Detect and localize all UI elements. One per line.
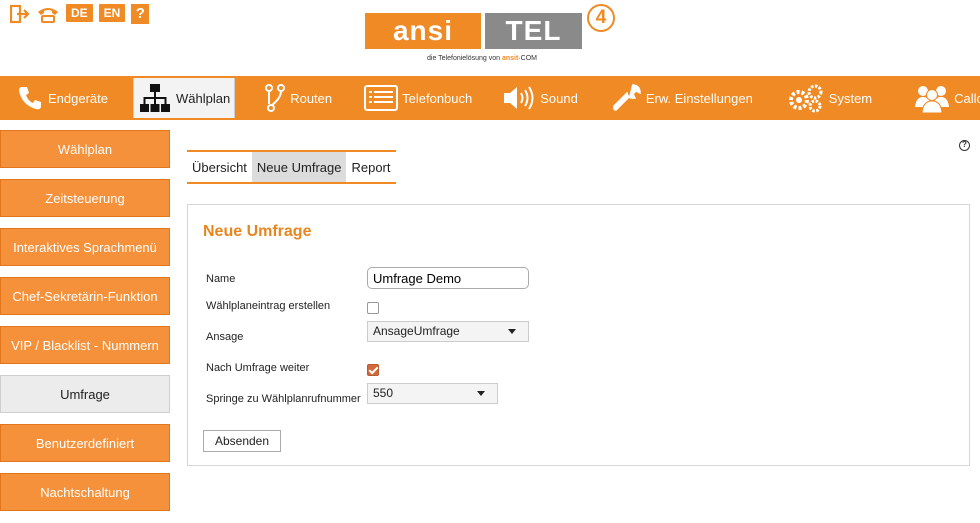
chevron-down-icon: [477, 391, 485, 396]
nav-label: Endgeräte: [48, 90, 108, 106]
nav-item-system[interactable]: System: [765, 76, 884, 120]
sidebar-item-zeitsteuerung[interactable]: Zeitsteuerung: [0, 179, 170, 217]
continue-label: Nach Umfrage weiter: [206, 362, 310, 374]
logout-icon[interactable]: [10, 4, 30, 24]
logo-part-ansi: ansi: [365, 13, 481, 49]
sidebar-item-waehlplan[interactable]: Wählplan: [0, 130, 170, 168]
nav-item-sound[interactable]: Sound: [484, 76, 590, 120]
jump-label: Springe zu Wählplanrufnummer: [206, 393, 361, 405]
announcement-select[interactable]: AnsageUmfrage: [367, 321, 529, 342]
tab-report[interactable]: Report: [346, 152, 395, 182]
announcement-label: Ansage: [206, 331, 244, 343]
sidebar-item-vip-blacklist[interactable]: VIP / Blacklist - Nummern: [0, 326, 170, 364]
name-input[interactable]: [367, 267, 529, 289]
logo-version-badge: 4: [587, 4, 615, 32]
phone-icon[interactable]: [36, 4, 60, 24]
phone-icon: [19, 87, 41, 110]
sidebar-item-chef-sekretaerin[interactable]: Chef-Sekretärin-Funktion: [0, 277, 170, 315]
help-button[interactable]: ?: [131, 4, 150, 24]
submit-button[interactable]: Absenden: [203, 430, 281, 452]
nav-label: Callcenter: [954, 90, 980, 106]
page-help-icon[interactable]: ?: [959, 140, 970, 151]
name-label: Name: [206, 273, 236, 285]
speaker-icon: [504, 86, 534, 110]
tab-uebersicht[interactable]: Übersicht: [187, 152, 252, 182]
wrench-icon: [612, 84, 641, 111]
sidebar-item-sprachmenue[interactable]: Interaktives Sprachmenü: [0, 228, 170, 266]
nav-label: Routen: [290, 90, 333, 106]
chevron-down-icon: [508, 329, 516, 334]
nav-item-waehlplan[interactable]: Wählplan: [133, 78, 236, 118]
language-en-button[interactable]: EN: [98, 4, 126, 22]
announcement-value: AnsageUmfrage: [373, 324, 460, 338]
gears-icon: [788, 84, 823, 113]
phonebook-icon: [364, 85, 399, 111]
users-icon: [915, 86, 950, 113]
nav-item-callcenter[interactable]: Callcenter: [884, 76, 980, 120]
sidebar: Wählplan Zeitsteuerung Interaktives Spra…: [0, 130, 170, 522]
create-entry-checkbox[interactable]: [367, 302, 379, 314]
form-title: Neue Umfrage: [203, 223, 312, 240]
jump-select[interactable]: 550: [367, 383, 498, 404]
logo-part-tel: TEL: [485, 13, 582, 49]
sub-tabs: Übersicht Neue Umfrage Report: [187, 150, 396, 184]
hierarchy-icon: [140, 84, 170, 112]
nav-item-telefonbuch[interactable]: Telefonbuch: [344, 76, 484, 120]
nav-label: Telefonbuch: [402, 90, 473, 106]
nav-item-erw-einstellungen[interactable]: Erw. Einstellungen: [590, 76, 765, 120]
tab-neue-umfrage[interactable]: Neue Umfrage: [251, 152, 347, 182]
top-utility-bar: DE EN ?: [10, 4, 150, 24]
sidebar-item-nachtschaltung[interactable]: Nachtschaltung: [0, 473, 170, 511]
continue-checkbox[interactable]: [367, 364, 379, 376]
nav-label: Erw. Einstellungen: [645, 90, 753, 106]
nav-item-endgeraete[interactable]: Endgeräte: [0, 76, 120, 120]
logo-tagline: die Telefonielösung von ansit·COM: [427, 55, 538, 62]
survey-form-panel: Neue Umfrage Name Wählplaneintrag erstel…: [187, 204, 970, 466]
sidebar-item-benutzerdefiniert[interactable]: Benutzerdefiniert: [0, 424, 170, 462]
ansitel-logo: ansi TEL 4 die Telefonielösung von ansit…: [365, 4, 617, 70]
language-de-button[interactable]: DE: [66, 4, 93, 22]
nav-label: System: [828, 90, 873, 106]
route-icon: [265, 84, 286, 112]
jump-value: 550: [373, 386, 394, 400]
main-nav: Endgeräte Wählplan Routen Telefonbuch So…: [0, 76, 980, 120]
create-entry-label: Wählplaneintrag erstellen: [206, 300, 331, 312]
nav-label: Wählplan: [176, 90, 231, 106]
sidebar-item-umfrage[interactable]: Umfrage: [0, 375, 170, 413]
nav-label: Sound: [540, 90, 578, 106]
nav-item-routen[interactable]: Routen: [235, 76, 344, 120]
